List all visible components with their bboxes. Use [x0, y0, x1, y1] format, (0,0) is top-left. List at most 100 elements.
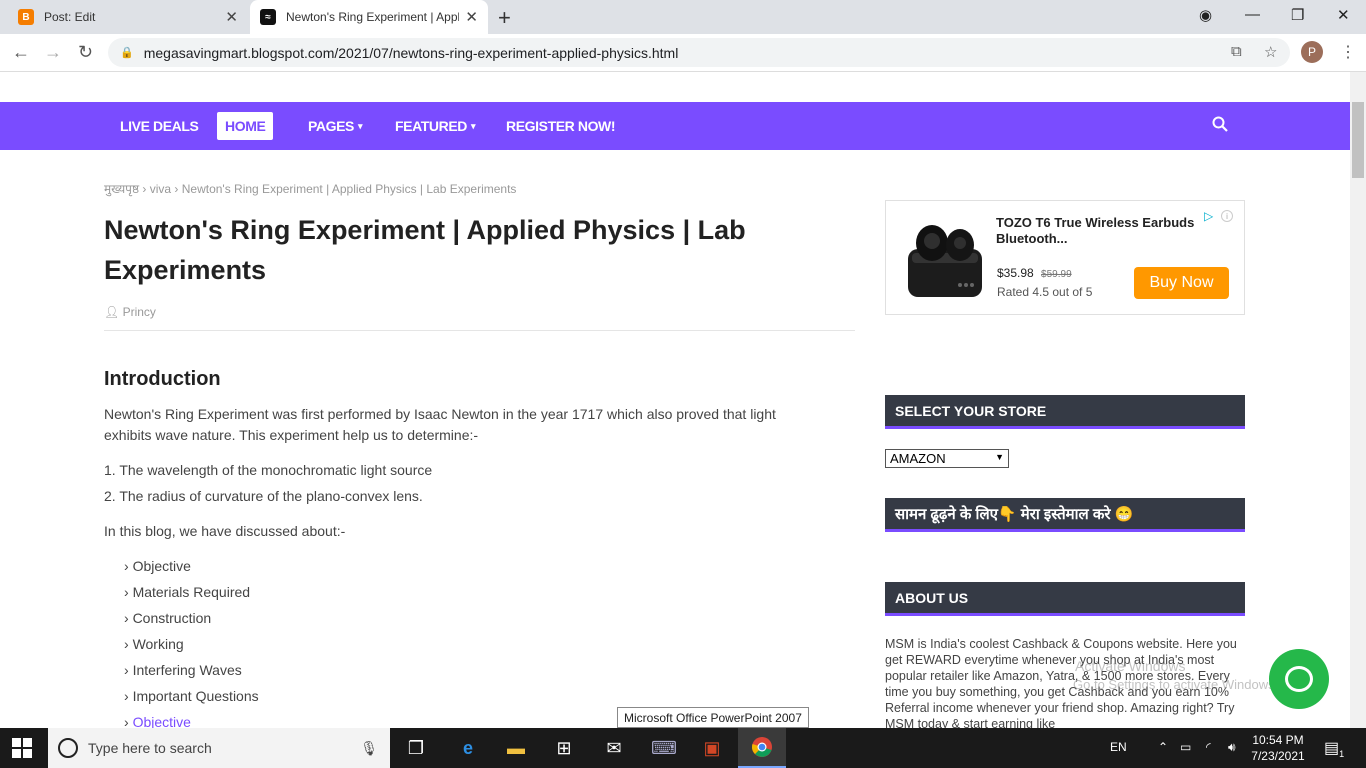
- bookmark-star-icon[interactable]: ☆: [1264, 43, 1277, 61]
- discussed-paragraph: In this blog, we have discussed about:-: [104, 523, 346, 539]
- lock-icon: 🔒: [120, 47, 134, 59]
- toc-label: Materials Required: [132, 584, 251, 600]
- new-tab-icon[interactable]: +: [498, 5, 511, 31]
- site-favicon-icon: ≈: [260, 9, 276, 25]
- tab-search-icon[interactable]: ◉: [1199, 6, 1212, 24]
- store-select[interactable]: AMAZON ▼: [885, 449, 1009, 468]
- author-name: Princy: [122, 305, 156, 319]
- taskbar-tooltip: Microsoft Office PowerPoint 2007: [617, 707, 809, 728]
- toc-label: Construction: [132, 610, 212, 626]
- taskbar-search-placeholder: Type here to search: [88, 740, 212, 756]
- user-icon: 👤︎: [104, 305, 120, 319]
- nav-label: REGISTER NOW!: [506, 118, 616, 134]
- toc-item: › Objective: [124, 714, 191, 728]
- scrollbar-thumb[interactable]: [1352, 102, 1364, 178]
- point-item: 2. The radius of curvature of the plano-…: [104, 488, 423, 504]
- volume-icon[interactable]: 🔊︎: [1228, 740, 1236, 755]
- menu-kebab-icon[interactable]: ⋮: [1340, 42, 1356, 62]
- nav-featured[interactable]: FEATURED ▾: [395, 112, 476, 140]
- earbuds-image[interactable]: [902, 215, 986, 301]
- product-ad[interactable]: TOZO T6 True Wireless Earbuds Bluetooth.…: [885, 200, 1245, 315]
- breadcrumb: मुख्यपृष्ठ › viva › Newton's Ring Experi…: [104, 182, 517, 196]
- old-price: $59.99: [1041, 269, 1072, 280]
- url-text: megasavingmart.blogspot.com/2021/07/newt…: [143, 44, 679, 61]
- nav-label: LIVE DEALS: [120, 118, 199, 134]
- activate-windows-subtitle: Go to Settings to activate Windows.: [1073, 677, 1279, 692]
- task-view-icon[interactable]: ❐: [392, 728, 440, 768]
- notification-count: 1: [1339, 749, 1345, 760]
- breadcrumb-current: Newton's Ring Experiment | Applied Physi…: [181, 182, 517, 196]
- tab-post-edit[interactable]: B Post: Edit ✕: [8, 0, 248, 34]
- adchoices-icon[interactable]: ▷: [1204, 209, 1213, 223]
- nav-register[interactable]: REGISTER NOW!: [506, 112, 616, 140]
- keyboard-icon[interactable]: ⌨: [640, 728, 688, 768]
- breadcrumb-category[interactable]: viva: [150, 182, 171, 196]
- toc-item: › Interfering Waves: [124, 662, 242, 678]
- toc-item: › Materials Required: [124, 584, 251, 600]
- chevron-up-icon[interactable]: ⌃: [1158, 740, 1168, 754]
- point-item: 1. The wavelength of the monochromatic l…: [104, 462, 433, 478]
- close-icon[interactable]: ✕: [225, 8, 238, 26]
- breadcrumb-home[interactable]: मुख्यपृष्ठ: [104, 182, 139, 196]
- restore-icon[interactable]: ❐: [1291, 6, 1304, 24]
- search-icon[interactable]: [1212, 116, 1228, 137]
- nav-home[interactable]: HOME: [217, 112, 274, 140]
- system-clock[interactable]: 10:54 PM 7/23/2021: [1248, 732, 1308, 764]
- windows-taskbar: Type here to search 🎙︎ ❐ e ▬ ⊞ ✉ ⌨ ▣ EN …: [0, 728, 1366, 768]
- taskbar-search[interactable]: Type here to search 🎙︎: [48, 728, 390, 768]
- powerpoint-icon[interactable]: ▣: [688, 728, 736, 768]
- tab-label: Post: Edit: [44, 10, 96, 24]
- toc-item: › Construction: [124, 610, 212, 626]
- blogger-icon: B: [18, 9, 34, 25]
- tab-strip: B Post: Edit ✕ ≈ Newton's Ring Experimen…: [0, 0, 1366, 34]
- minimize-icon[interactable]: —: [1245, 6, 1260, 23]
- post-title: Newton's Ring Experiment | Applied Physi…: [104, 215, 746, 285]
- store-icon[interactable]: ⊞: [540, 728, 588, 768]
- language-indicator[interactable]: EN: [1110, 740, 1127, 754]
- battery-icon[interactable]: ▭: [1180, 740, 1191, 754]
- chevron-down-icon: ▼: [995, 452, 1004, 462]
- wifi-icon[interactable]: ◜: [1206, 740, 1211, 754]
- buy-now-button[interactable]: Buy Now: [1134, 267, 1229, 299]
- edge-icon[interactable]: e: [444, 728, 492, 768]
- mail-icon[interactable]: ✉: [590, 728, 638, 768]
- chat-bubble-icon: [1285, 666, 1313, 692]
- clock-date: 7/23/2021: [1251, 749, 1305, 763]
- back-icon[interactable]: ←: [12, 42, 30, 63]
- microphone-icon[interactable]: 🎙︎: [360, 740, 378, 757]
- chrome-icon[interactable]: [738, 728, 786, 768]
- info-icon[interactable]: i: [1221, 210, 1233, 222]
- page-viewport: LIVE DEALS HOME PAGES ▾ FEATURED ▾ REGISTE…: [0, 72, 1350, 728]
- toc-item: › Objective: [124, 558, 191, 574]
- forward-icon[interactable]: →: [44, 42, 62, 63]
- store-widget-heading: SELECT YOUR STORE: [885, 395, 1245, 429]
- translate-icon[interactable]: ⧉: [1231, 43, 1242, 60]
- nav-live-deals[interactable]: LIVE DEALS: [120, 112, 199, 140]
- clock-time: 10:54 PM: [1252, 733, 1304, 747]
- notification-icon[interactable]: ▤1: [1324, 738, 1344, 759]
- nav-pages[interactable]: PAGES ▾: [308, 112, 363, 140]
- window-close-icon[interactable]: ✕: [1337, 6, 1350, 24]
- ad-title[interactable]: TOZO T6 True Wireless Earbuds Bluetooth.…: [996, 215, 1196, 247]
- intro-paragraph: Newton's Ring Experiment was first perfo…: [104, 406, 776, 443]
- current-price: $35.98: [997, 266, 1034, 280]
- ad-rating: Rated 4.5 out of 5: [997, 285, 1093, 299]
- toc-item: › Working: [124, 636, 184, 652]
- cortana-icon: [58, 738, 78, 758]
- chevron-down-icon: ▾: [470, 120, 476, 131]
- close-icon[interactable]: ✕: [465, 8, 478, 26]
- file-explorer-icon[interactable]: ▬: [492, 728, 540, 768]
- chat-button[interactable]: [1269, 649, 1329, 709]
- windows-start-icon[interactable]: [12, 738, 32, 758]
- reload-icon[interactable]: ↻: [78, 42, 93, 63]
- tab-newtons-ring[interactable]: ≈ Newton's Ring Experiment | Appl ✕: [250, 0, 488, 34]
- page-scrollbar[interactable]: [1350, 72, 1366, 728]
- profile-avatar[interactable]: P: [1301, 41, 1323, 63]
- post-author[interactable]: 👤︎ Princy: [104, 305, 156, 319]
- nav-label: FEATURED: [395, 118, 467, 134]
- nav-label: HOME: [225, 118, 266, 134]
- divider: [104, 330, 855, 331]
- toc-link-objective[interactable]: Objective: [133, 714, 191, 728]
- address-bar[interactable]: 🔒 megasavingmart.blogspot.com/2021/07/ne…: [108, 38, 1290, 67]
- ad-price: $35.98 $59.99: [997, 266, 1072, 280]
